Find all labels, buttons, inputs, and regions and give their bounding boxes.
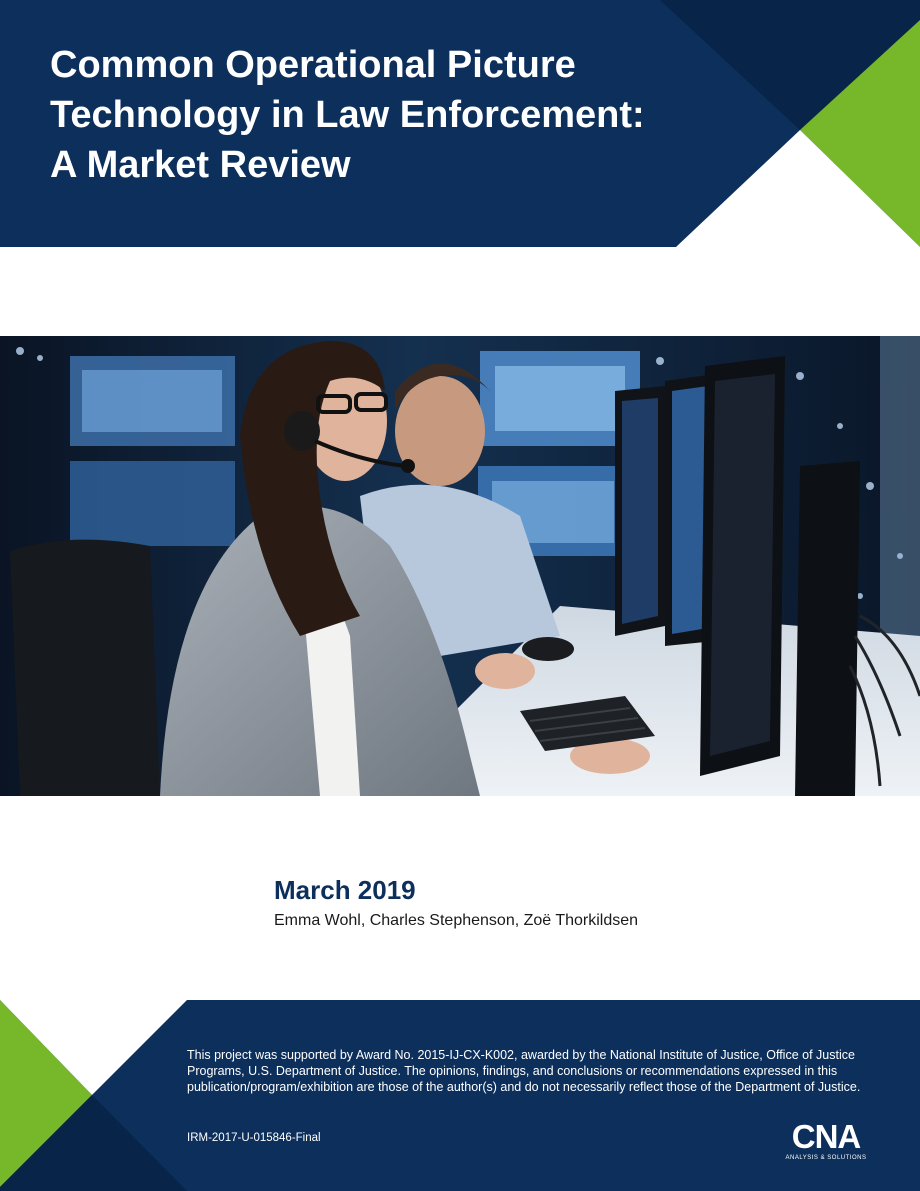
logo-text: CNA <box>791 1118 862 1155</box>
publication-date: March 2019 <box>274 875 416 905</box>
title-line-1: Common Operational Picture <box>50 44 576 86</box>
mouse-icon <box>522 637 574 661</box>
cna-logo: CNA ANALYSIS & SOLUTIONS <box>776 1120 876 1166</box>
logo-tagline: ANALYSIS & SOLUTIONS <box>785 1155 867 1161</box>
office-chair <box>10 539 160 796</box>
monitor-icon <box>795 461 860 796</box>
cover-photo <box>0 336 920 796</box>
report-id: IRM-2017-U-015846-Final <box>187 1132 321 1144</box>
header-banner: Common Operational Picture Technology in… <box>0 0 920 247</box>
dispatch-center-photo-icon <box>0 336 920 796</box>
title-line-3: A Market Review <box>50 144 351 186</box>
background-screen <box>70 461 235 546</box>
funding-disclaimer: This project was supported by Award No. … <box>187 1048 861 1094</box>
document-title: Common Operational Picture Technology in… <box>50 40 645 190</box>
title-line-2: Technology in Law Enforcement: <box>50 94 645 136</box>
headset-icon <box>284 411 320 451</box>
authors: Emma Wohl, Charles Stephenson, Zoë Thork… <box>274 912 639 929</box>
